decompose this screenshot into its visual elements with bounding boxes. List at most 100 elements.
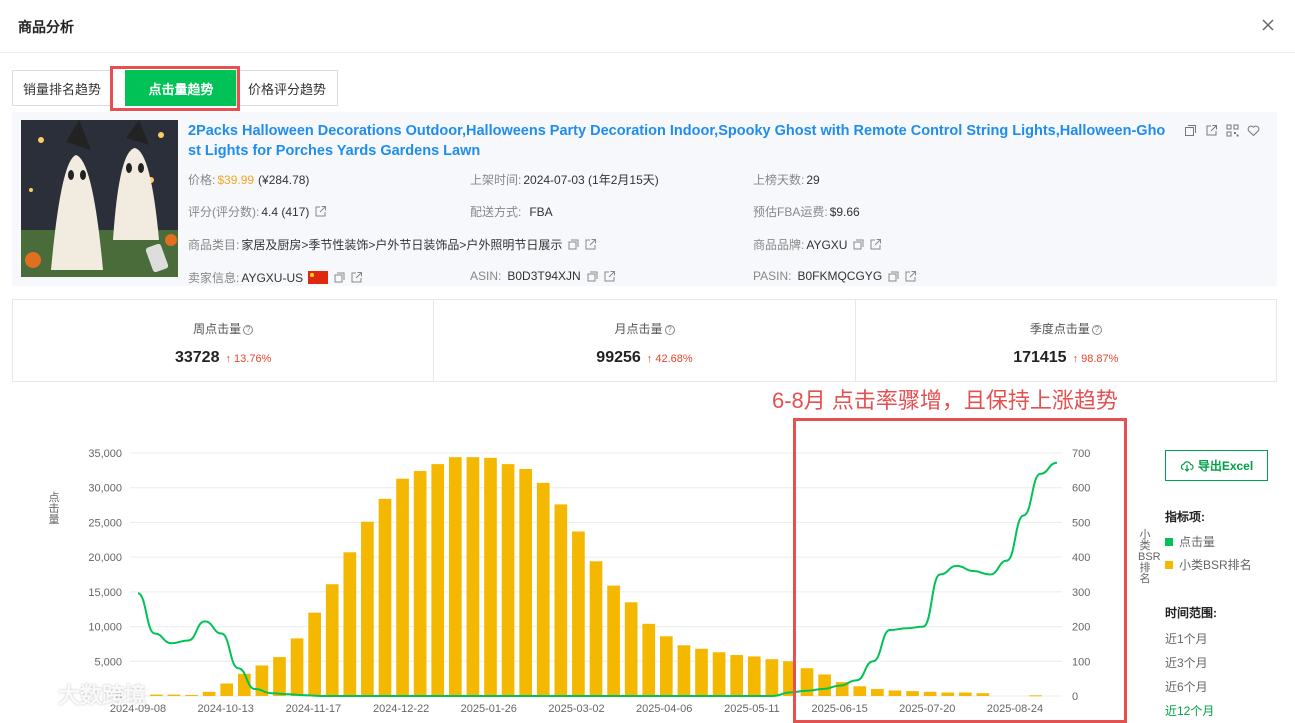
watermark: 大数跨境 bbox=[8, 678, 146, 710]
range-title: 时间范围: bbox=[1165, 606, 1217, 620]
rating-info: 评分(评分数): 4.4 (417) bbox=[188, 203, 327, 220]
dialog-title: 商品分析 bbox=[18, 19, 74, 35]
x-tick: 2025-08-24 bbox=[987, 703, 1043, 715]
external-link-icon[interactable] bbox=[351, 272, 363, 283]
stat-weekly-clicks: 周点击量? 33728 ↑ 13.76% bbox=[13, 300, 435, 381]
arrow-up-icon: ↑ bbox=[646, 353, 653, 365]
product-image[interactable] bbox=[21, 120, 178, 277]
range-1m[interactable]: 近1个月 bbox=[1165, 630, 1217, 647]
y-tick-right: 100 bbox=[1072, 656, 1090, 668]
bar bbox=[818, 674, 831, 696]
seller-name[interactable]: AYGXU-US bbox=[241, 271, 303, 285]
bar bbox=[712, 652, 726, 696]
help-icon[interactable]: ? bbox=[664, 324, 675, 335]
external-link-icon[interactable] bbox=[585, 239, 597, 250]
tab-sales-rank[interactable]: 销量排名趋势 bbox=[12, 70, 112, 106]
category-info: 商品类目: 家居及厨房>季节性装饰>户外节日装饰品>户外照明节日展示 bbox=[188, 236, 597, 253]
asin-info: ASIN: B0D3T94XJN bbox=[470, 269, 615, 283]
stat-label: 周点击量 bbox=[193, 322, 242, 336]
bar bbox=[572, 531, 585, 696]
seller-info: 卖家信息: AYGXU-US bbox=[188, 269, 363, 286]
y-tick-right: 500 bbox=[1072, 517, 1090, 529]
copy-icon[interactable] bbox=[888, 271, 899, 282]
help-icon[interactable]: ? bbox=[1091, 324, 1102, 335]
bar bbox=[378, 498, 392, 696]
copy-icon[interactable] bbox=[334, 272, 345, 283]
range-3m[interactable]: 近3个月 bbox=[1165, 654, 1217, 671]
bar bbox=[976, 693, 990, 696]
bar bbox=[695, 648, 708, 696]
product-actions bbox=[1184, 124, 1260, 137]
pasin-info: PASIN: B0FKMQCGYG bbox=[753, 269, 917, 283]
indicators-title: 指标项: bbox=[1165, 510, 1205, 524]
copy-icon[interactable] bbox=[853, 239, 864, 250]
stats-panel: 周点击量? 33728 ↑ 13.76% 月点击量? 99256 ↑ 42.68% … bbox=[12, 299, 1277, 382]
y-tick-left: 35,000 bbox=[88, 448, 122, 460]
external-link-icon[interactable] bbox=[315, 206, 327, 217]
bar bbox=[466, 457, 480, 696]
close-icon[interactable] bbox=[1259, 16, 1277, 34]
copy-icon[interactable] bbox=[1184, 124, 1197, 137]
bar bbox=[871, 689, 884, 696]
y-tick-right: 300 bbox=[1072, 587, 1090, 599]
bar bbox=[484, 457, 497, 696]
cloud-download-icon bbox=[1180, 460, 1194, 472]
stat-change: ↑ 42.68% bbox=[646, 353, 693, 365]
bar bbox=[923, 691, 937, 696]
bar bbox=[396, 478, 409, 696]
qrcode-icon[interactable] bbox=[1226, 124, 1239, 137]
fba-fee-info: 预估FBA运费: $9.66 bbox=[753, 204, 860, 220]
y-tick-right: 700 bbox=[1072, 448, 1090, 460]
shipping-info: 配送方式: FBA bbox=[470, 204, 553, 220]
y-tick-right: 400 bbox=[1072, 552, 1090, 564]
bar bbox=[519, 468, 532, 696]
stat-change: ↑ 98.87% bbox=[1072, 353, 1119, 365]
click-trend-chart[interactable]: 0 05,000 10010,000 20015,000 30020,000 40025,… bbox=[0, 440, 1150, 717]
bar bbox=[1029, 695, 1042, 697]
product-title[interactable]: 2Packs Halloween Decorations Outdoor,Hal… bbox=[188, 121, 1173, 161]
stat-value: 33728 bbox=[174, 349, 220, 366]
range-6m[interactable]: 近6个月 bbox=[1165, 678, 1217, 695]
bar bbox=[290, 638, 304, 696]
export-excel-button[interactable]: 导出Excel bbox=[1165, 450, 1268, 481]
bar bbox=[273, 657, 286, 696]
bar bbox=[202, 691, 216, 696]
listed-info: 上架时间: 2024-07-03 (1年2月15天) bbox=[470, 173, 659, 187]
bar bbox=[220, 683, 234, 696]
y-tick-right: 200 bbox=[1072, 622, 1090, 634]
external-link-icon[interactable] bbox=[1205, 124, 1218, 137]
bar bbox=[906, 691, 919, 696]
price-cny: (¥284.78) bbox=[258, 172, 310, 187]
watermark-logo bbox=[8, 683, 54, 705]
days-info: 上榜天数: 29 bbox=[753, 172, 820, 188]
category-path[interactable]: 家居及厨房>季节性装饰>户外节日装饰品>户外照明节日展示 bbox=[241, 236, 562, 253]
favorite-icon[interactable] bbox=[1247, 124, 1260, 137]
tab-clicks[interactable]: 点击量趋势 bbox=[125, 70, 237, 106]
bar bbox=[185, 694, 198, 696]
bar bbox=[167, 694, 181, 696]
external-link-icon[interactable] bbox=[604, 270, 615, 282]
x-tick: 2025-03-02 bbox=[548, 703, 604, 715]
bar bbox=[536, 482, 550, 696]
tab-price-rating[interactable]: 价格评分趋势 bbox=[236, 70, 338, 106]
help-icon[interactable]: ? bbox=[243, 324, 254, 335]
stat-monthly-clicks: 月点击量? 99256 ↑ 42.68% bbox=[434, 300, 856, 381]
legend-bsr[interactable]: 小类BSR排名 bbox=[1165, 556, 1252, 573]
legend-clicks[interactable]: 点击量 bbox=[1165, 533, 1252, 550]
bar bbox=[501, 464, 515, 696]
x-tick: 2025-04-06 bbox=[636, 703, 692, 715]
x-tick: 2024-12-22 bbox=[373, 703, 429, 715]
copy-icon[interactable] bbox=[587, 271, 598, 282]
external-link-icon[interactable] bbox=[870, 239, 882, 250]
range-12m[interactable]: 近12个月 bbox=[1165, 702, 1217, 719]
y-tick-left: 15,000 bbox=[88, 587, 122, 599]
bar bbox=[660, 636, 673, 696]
copy-icon[interactable] bbox=[568, 239, 579, 250]
bar bbox=[958, 692, 972, 696]
external-link-icon[interactable] bbox=[905, 270, 917, 282]
y-tick-right: 600 bbox=[1072, 483, 1090, 495]
y-tick-left: 30,000 bbox=[88, 483, 122, 495]
bar bbox=[448, 457, 462, 696]
price-info: 价格: $39.99 (¥284.78) bbox=[188, 172, 310, 188]
dialog-header: 商品分析 bbox=[0, 0, 1295, 53]
